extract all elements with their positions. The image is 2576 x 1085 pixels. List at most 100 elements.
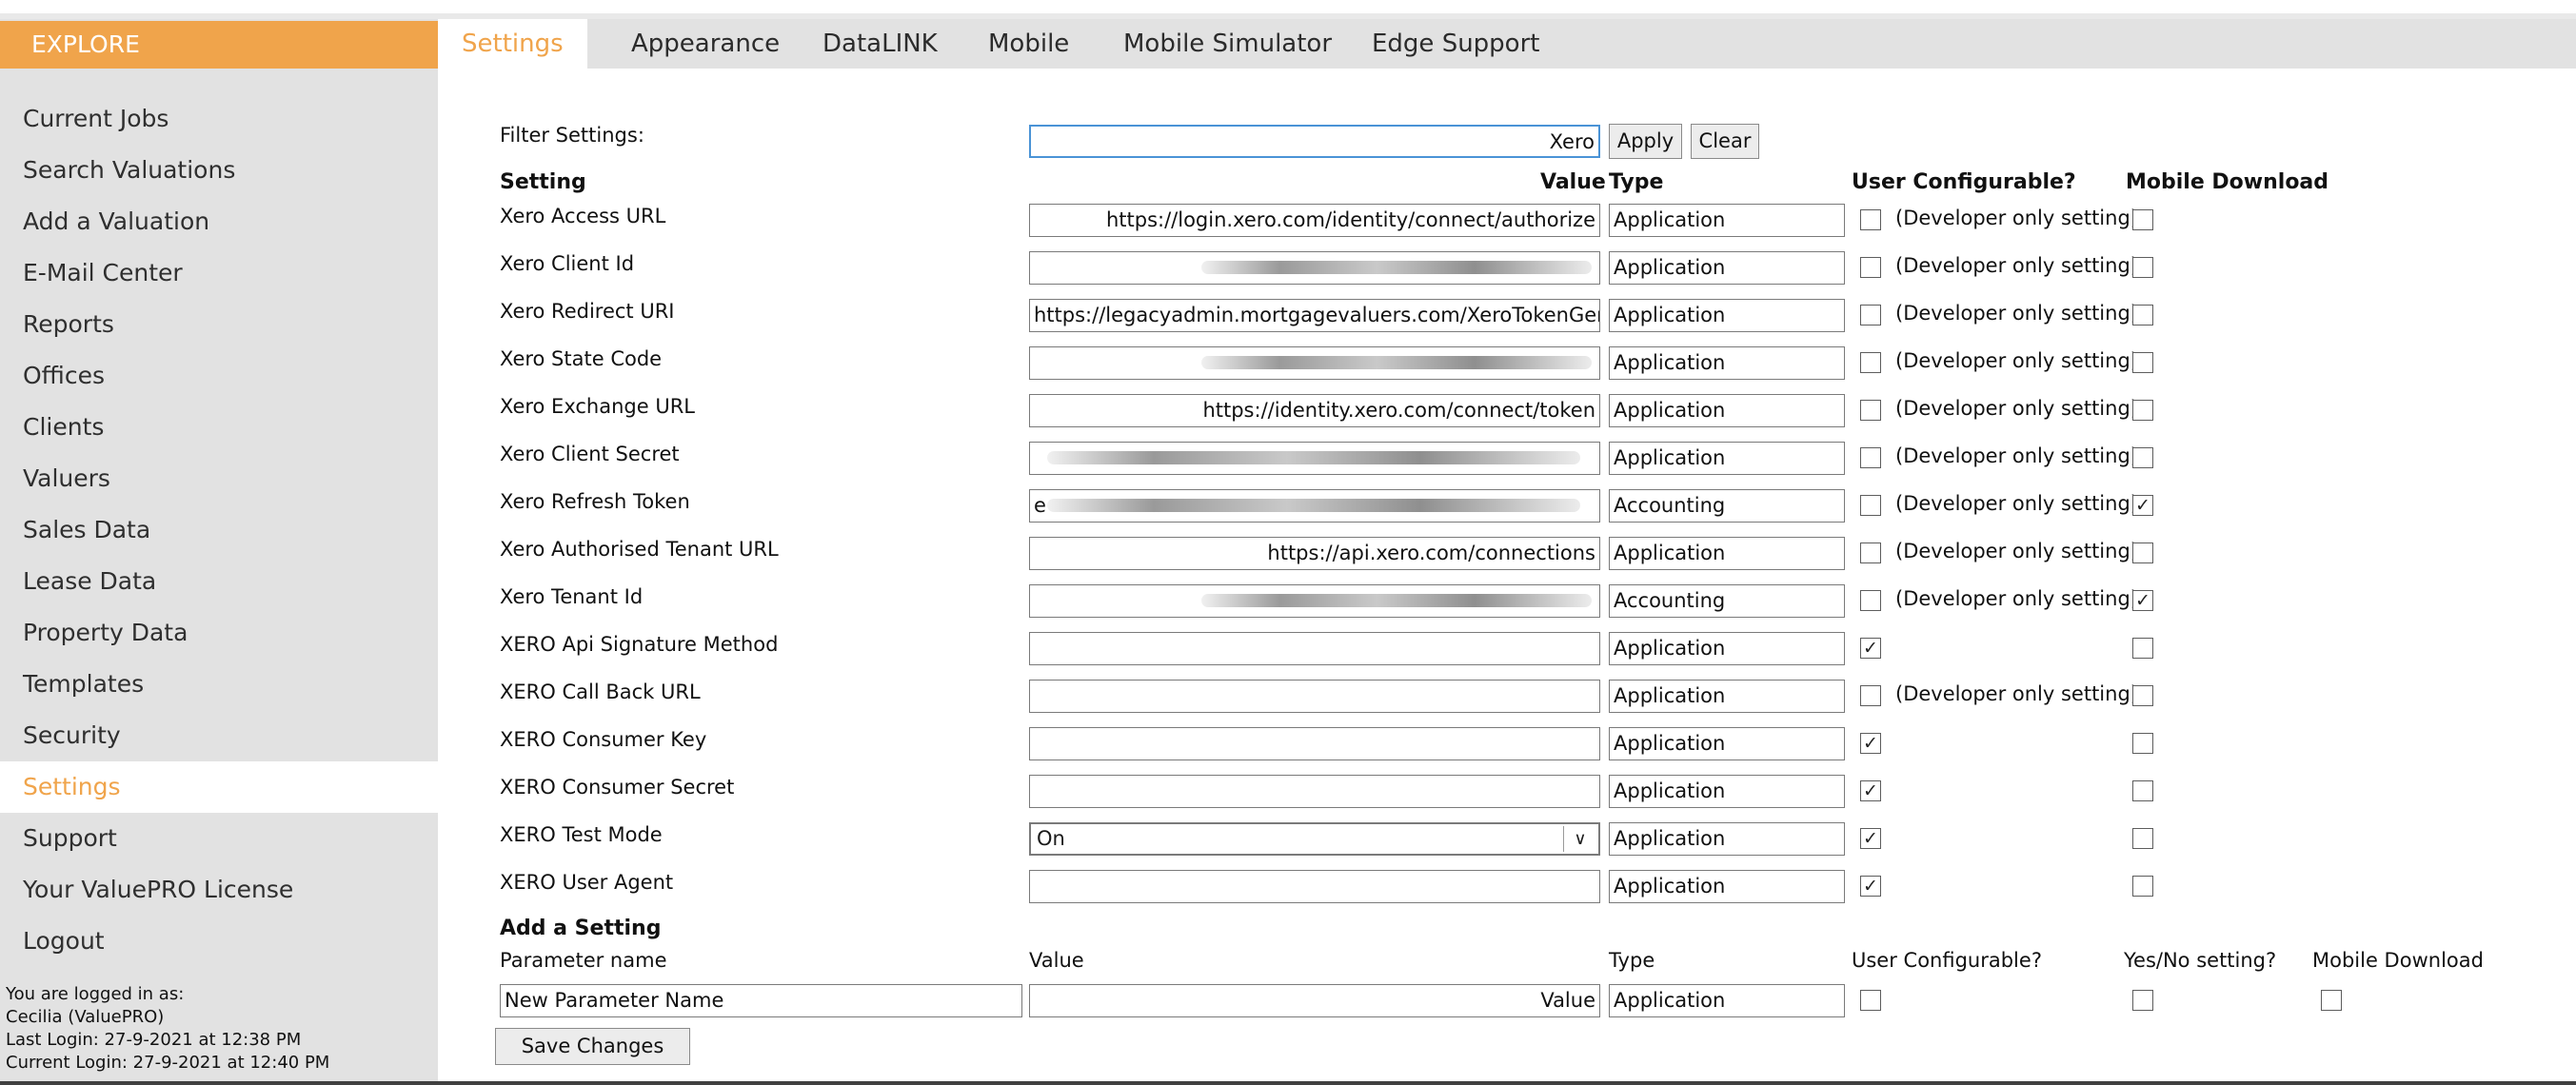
last-login: Last Login: 27-9-2021 at 12:38 PM (6, 1030, 302, 1050)
user-configurable-checkbox[interactable] (1860, 590, 1881, 611)
sidebar-item-clients[interactable]: Clients (0, 402, 438, 453)
setting-value-select[interactable]: On ∨ (1029, 822, 1600, 856)
setting-type-input[interactable]: Application (1609, 251, 1845, 285)
sidebar-item-reports[interactable]: Reports (0, 299, 438, 350)
setting-type-input[interactable]: Accounting (1609, 584, 1845, 618)
new-yes-no-checkbox[interactable] (2132, 990, 2153, 1011)
tab-appearance[interactable]: Appearance (631, 19, 780, 69)
sidebar-item-sales-data[interactable]: Sales Data (0, 504, 438, 556)
user-configurable-checkbox[interactable] (1860, 542, 1881, 563)
sidebar-item-property-data[interactable]: Property Data (0, 607, 438, 659)
user-configurable-checkbox[interactable] (1860, 495, 1881, 516)
user-configurable-checkbox[interactable] (1860, 685, 1881, 706)
mobile-download-checkbox[interactable] (2132, 305, 2153, 326)
save-changes-button[interactable]: Save Changes (495, 1028, 690, 1065)
redacted-value-blur (1201, 356, 1592, 369)
setting-type-input[interactable]: Application (1609, 775, 1845, 808)
user-configurable-checkbox[interactable]: ✓ (1860, 876, 1881, 897)
mobile-download-checkbox[interactable] (2132, 542, 2153, 563)
setting-type-input[interactable]: Application (1609, 394, 1845, 427)
sidebar-item-e-mail-center[interactable]: E-Mail Center (0, 247, 438, 299)
new-parameter-type-input[interactable]: Application (1609, 984, 1845, 1017)
setting-value-input[interactable]: https://login.xero.com/identity/connect/… (1029, 204, 1600, 237)
setting-type-input[interactable]: Application (1609, 299, 1845, 332)
sidebar-item-security[interactable]: Security (0, 710, 438, 761)
mobile-download-checkbox[interactable] (2132, 257, 2153, 278)
sidebar-item-your-valuepro-license[interactable]: Your ValuePRO License (0, 864, 438, 916)
sidebar-item-add-a-valuation[interactable]: Add a Valuation (0, 196, 438, 247)
setting-type-input[interactable]: Application (1609, 442, 1845, 475)
setting-value-input[interactable] (1029, 870, 1600, 903)
user-configurable-checkbox[interactable]: ✓ (1860, 638, 1881, 659)
sidebar-item-valuers[interactable]: Valuers (0, 453, 438, 504)
mobile-download-checkbox[interactable]: ✓ (2132, 590, 2153, 611)
user-configurable-checkbox[interactable]: ✓ (1860, 780, 1881, 801)
sidebar-item-logout[interactable]: Logout (0, 916, 438, 967)
new-parameter-value-input[interactable]: Value (1029, 984, 1600, 1017)
mobile-download-checkbox[interactable] (2132, 638, 2153, 659)
setting-type-input[interactable]: Application (1609, 537, 1845, 570)
sidebar-item-settings[interactable]: Settings (0, 761, 438, 813)
logged-in-label: You are logged in as: (6, 984, 185, 1004)
setting-type-input[interactable]: Application (1609, 632, 1845, 665)
setting-type-input[interactable]: Accounting (1609, 489, 1845, 523)
setting-type-input[interactable]: Application (1609, 680, 1845, 713)
apply-button[interactable]: Apply (1609, 124, 1682, 159)
setting-value-input[interactable] (1029, 680, 1600, 713)
new-mobile-download-checkbox[interactable] (2321, 990, 2342, 1011)
mobile-download-checkbox[interactable] (2132, 780, 2153, 801)
sidebar-item-lease-data[interactable]: Lease Data (0, 556, 438, 607)
sidebar-item-offices[interactable]: Offices (0, 350, 438, 402)
chevron-down-icon[interactable]: ∨ (1563, 826, 1596, 852)
user-configurable-checkbox[interactable]: ✓ (1860, 828, 1881, 849)
mobile-download-checkbox[interactable]: ✓ (2132, 495, 2153, 516)
sidebar-item-current-jobs[interactable]: Current Jobs (0, 93, 438, 145)
tab-mobile[interactable]: Mobile (988, 19, 1069, 69)
tab-edge-support[interactable]: Edge Support (1372, 19, 1539, 69)
setting-type-input[interactable]: Application (1609, 727, 1845, 760)
tab-mobile-simulator[interactable]: Mobile Simulator (1123, 19, 1332, 69)
setting-value-input[interactable] (1029, 251, 1600, 285)
mobile-download-checkbox[interactable] (2132, 209, 2153, 230)
mobile-download-checkbox[interactable] (2132, 352, 2153, 373)
setting-type-input[interactable]: Application (1609, 822, 1845, 856)
user-configurable-checkbox[interactable] (1860, 447, 1881, 468)
filter-input[interactable]: Xero (1029, 125, 1600, 158)
new-parameter-name-input[interactable]: New Parameter Name (500, 984, 1022, 1017)
setting-type-input[interactable]: Application (1609, 870, 1845, 903)
new-user-configurable-checkbox[interactable] (1860, 990, 1881, 1011)
mobile-download-checkbox[interactable] (2132, 685, 2153, 706)
setting-value-input[interactable]: https://legacyadmin.mortgagevaluers.com/… (1029, 299, 1600, 332)
mobile-download-checkbox[interactable] (2132, 876, 2153, 897)
setting-value-input[interactable]: e (1029, 489, 1600, 523)
setting-value-input[interactable] (1029, 775, 1600, 808)
user-configurable-checkbox[interactable] (1860, 352, 1881, 373)
col-user-configurable-header: User Configurable? (1852, 170, 2076, 194)
mobile-download-checkbox[interactable] (2132, 400, 2153, 421)
setting-value-input[interactable]: https://identity.xero.com/connect/token (1029, 394, 1600, 427)
user-configurable-checkbox[interactable] (1860, 209, 1881, 230)
tab-settings[interactable]: Settings (438, 19, 587, 69)
setting-type-input[interactable]: Application (1609, 346, 1845, 380)
mobile-download-checkbox[interactable] (2132, 447, 2153, 468)
setting-type-input[interactable]: Application (1609, 204, 1845, 237)
developer-only-note: (Developer only setting) (1895, 302, 2138, 325)
setting-value-input[interactable] (1029, 727, 1600, 760)
sidebar-item-search-valuations[interactable]: Search Valuations (0, 145, 438, 196)
setting-value-input[interactable] (1029, 584, 1600, 618)
mobile-download-checkbox[interactable] (2132, 733, 2153, 754)
setting-value-input[interactable] (1029, 442, 1600, 475)
setting-value-input[interactable]: https://api.xero.com/connections (1029, 537, 1600, 570)
mobile-download-checkbox[interactable] (2132, 828, 2153, 849)
tab-datalink[interactable]: DataLINK (822, 19, 938, 69)
user-configurable-checkbox[interactable] (1860, 400, 1881, 421)
setting-value-input[interactable] (1029, 346, 1600, 380)
developer-only-note: (Developer only setting) (1895, 682, 2138, 705)
setting-value-input[interactable] (1029, 632, 1600, 665)
clear-button[interactable]: Clear (1691, 124, 1759, 159)
sidebar-item-templates[interactable]: Templates (0, 659, 438, 710)
user-configurable-checkbox[interactable] (1860, 257, 1881, 278)
sidebar-item-support[interactable]: Support (0, 813, 438, 864)
user-configurable-checkbox[interactable]: ✓ (1860, 733, 1881, 754)
user-configurable-checkbox[interactable] (1860, 305, 1881, 326)
